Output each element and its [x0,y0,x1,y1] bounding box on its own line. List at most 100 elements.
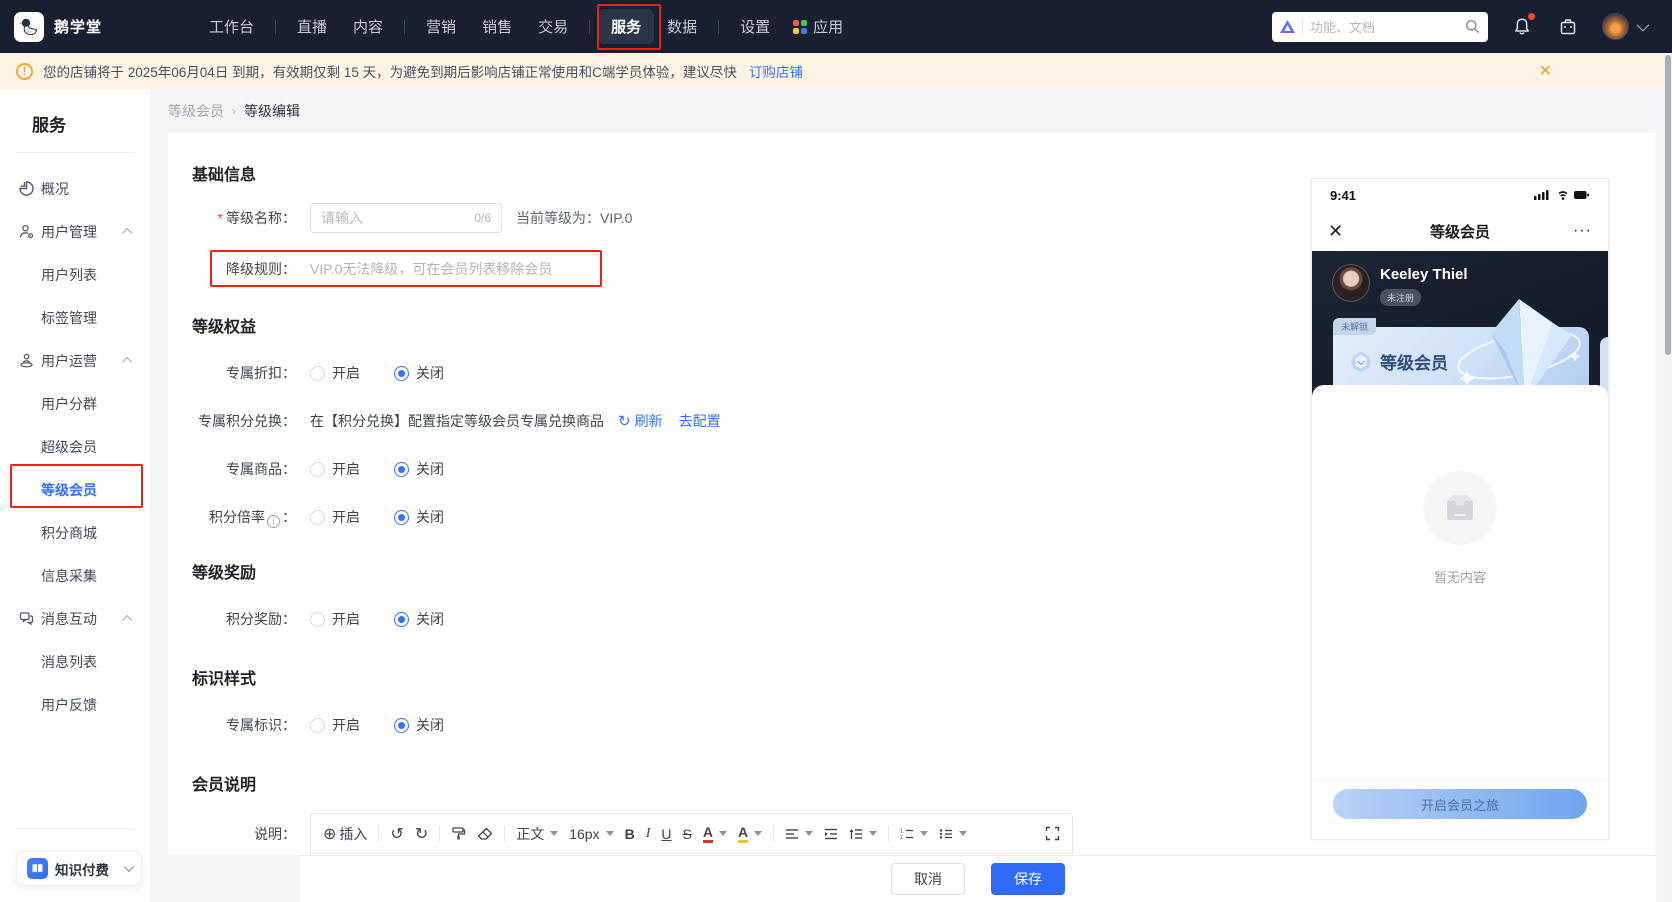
divider [16,828,134,829]
undo-icon[interactable]: ↺ [390,824,403,844]
insert-button[interactable]: ⊕插入 [323,824,367,844]
empty-text: 暂无内容 [1423,567,1497,586]
italic-icon[interactable]: I [646,826,651,842]
scrollbar-thumb[interactable] [1665,55,1671,355]
level-badge-icon [1349,350,1373,374]
nav-item-marketing[interactable]: 营销 [413,9,469,44]
radio-on[interactable] [310,612,325,627]
store-icon[interactable] [1556,15,1580,39]
nav-item-workbench[interactable]: 工作台 [196,9,267,44]
chevron-down-icon [1637,19,1650,32]
line-height-icon[interactable] [849,828,877,840]
radio-off-checked[interactable] [394,612,409,627]
underline-icon[interactable]: U [661,826,671,842]
member-status-badge: 未注册 [1380,289,1421,306]
phone-nav-bar: 等级会员 ✕ ··· [1312,211,1608,251]
breadcrumb-separator: › [232,104,236,118]
radio-on[interactable] [310,718,325,733]
member-avatar [1332,264,1370,302]
brand-name: 鹅学堂 [54,16,102,37]
save-button[interactable]: 保存 [991,863,1065,895]
search-placeholder: 功能、文档 [1310,17,1458,36]
nav-item-content[interactable]: 内容 [340,9,396,44]
radio-on[interactable] [310,366,325,381]
exchange-help-text: 在【积分兑换】配置指定等级会员专属兑换商品 [310,411,604,431]
phone-bottom-bar: 开启会员之旅 [1312,782,1608,826]
phone-time: 9:41 [1330,188,1356,203]
user-avatar [1602,13,1629,40]
start-member-journey-button[interactable]: 开启会员之旅 [1333,789,1587,819]
global-search-input[interactable]: 功能、文档 [1272,12,1488,42]
bold-icon[interactable]: B [625,826,635,842]
radio-on[interactable] [310,510,325,525]
font-size-select[interactable]: 16px [569,826,613,842]
sidebar-item-message-list[interactable]: 消息列表 [0,640,150,683]
go-configure-link[interactable]: 去配置 [679,411,721,431]
cancel-button[interactable]: 取消 [891,863,965,895]
indent-icon[interactable] [824,828,838,840]
nav-item-live[interactable]: 直播 [284,9,340,44]
empty-state: 暂无内容 [1423,471,1497,586]
sidebar-item-level-member[interactable]: 等级会员 [0,468,150,511]
eraser-icon[interactable] [477,827,493,841]
nav-menu: 工作台 直播 内容 营销 销售 交易 服务 数据 设置 应用 [196,9,853,44]
description-label: 说明： [192,824,296,844]
member-name: Keeley Thiel [1380,266,1468,283]
sidebar-item-overview[interactable]: 概况 [0,167,150,210]
sidebar-item-user-feedback[interactable]: 用户反馈 [0,683,150,726]
nav-item-settings[interactable]: 设置 [727,9,783,44]
nav-item-service[interactable]: 服务 [598,9,654,44]
main-content: 等级会员 › 等级编辑 基础信息 *等级名称： 请输入 0/6 当前等级为：VI… [150,89,1664,902]
knowledge-payment-switcher[interactable]: 知识付费 [16,851,142,886]
sidebar-group-user-operation[interactable]: 用户运营 [0,339,150,382]
banner-close-icon[interactable]: ✕ [1539,61,1648,81]
level-name-placeholder: 请输入 [321,208,468,228]
font-color-icon[interactable]: A [703,825,727,843]
sidebar-item-tag-management[interactable]: 标签管理 [0,296,150,339]
phone-status-bar: 9:41 [1312,179,1608,211]
account-menu[interactable] [1602,13,1646,40]
sidebar-item-super-member[interactable]: 超级会员 [0,425,150,468]
radio-off-checked[interactable] [394,510,409,525]
align-icon[interactable] [785,828,813,840]
ordered-list-icon[interactable]: 1.2. [900,828,928,840]
sidebar: 服务 概况 用户管理 用户列表 标签管理 [0,89,150,902]
rich-text-editor: ⊕插入 ↺ ↻ 正文 16px B [310,813,1073,855]
renew-store-link[interactable]: 订购店铺 [749,61,803,81]
paragraph-format-select[interactable]: 正文 [516,824,558,844]
radio-on[interactable] [310,462,325,477]
highlight-color-icon[interactable]: A [738,825,762,843]
chevron-down-icon [124,862,134,872]
refresh-link[interactable]: ↻刷新 [618,411,663,431]
nav-divider [404,20,405,34]
more-menu-icon[interactable]: ··· [1573,222,1592,240]
page-scrollbar[interactable] [1664,53,1672,902]
brand[interactable]: 鹅学堂 [0,12,196,42]
nav-item-data[interactable]: 数据 [654,9,710,44]
radio-off-checked[interactable] [394,366,409,381]
sidebar-item-points-mall[interactable]: 积分商城 [0,511,150,554]
sidebar-group-user-management[interactable]: 用户管理 [0,210,150,253]
refresh-icon: ↻ [618,413,631,430]
nav-item-apps[interactable]: 应用 [783,9,853,44]
level-name-input[interactable]: 请输入 0/6 [310,203,502,233]
pie-chart-icon [18,181,34,197]
sidebar-group-message-interaction[interactable]: 消息互动 [0,597,150,640]
breadcrumb-parent[interactable]: 等级会员 [168,101,224,121]
sidebar-item-user-segments[interactable]: 用户分群 [0,382,150,425]
info-icon[interactable]: i [267,515,280,528]
redo-icon[interactable]: ↻ [415,824,428,844]
sidebar-title: 服务 [0,89,150,136]
bullet-list-icon[interactable] [939,828,967,840]
strikethrough-icon[interactable]: S [683,826,692,842]
radio-off-checked[interactable] [394,718,409,733]
notifications-bell-icon[interactable] [1510,15,1534,39]
search-icon[interactable] [1465,19,1480,34]
fullscreen-icon[interactable] [1045,826,1060,841]
sidebar-item-user-list[interactable]: 用户列表 [0,253,150,296]
sidebar-item-info-collection[interactable]: 信息采集 [0,554,150,597]
radio-off-checked[interactable] [394,462,409,477]
nav-item-sales[interactable]: 销售 [469,9,525,44]
format-painter-icon[interactable] [451,826,466,841]
nav-item-trade[interactable]: 交易 [525,9,581,44]
